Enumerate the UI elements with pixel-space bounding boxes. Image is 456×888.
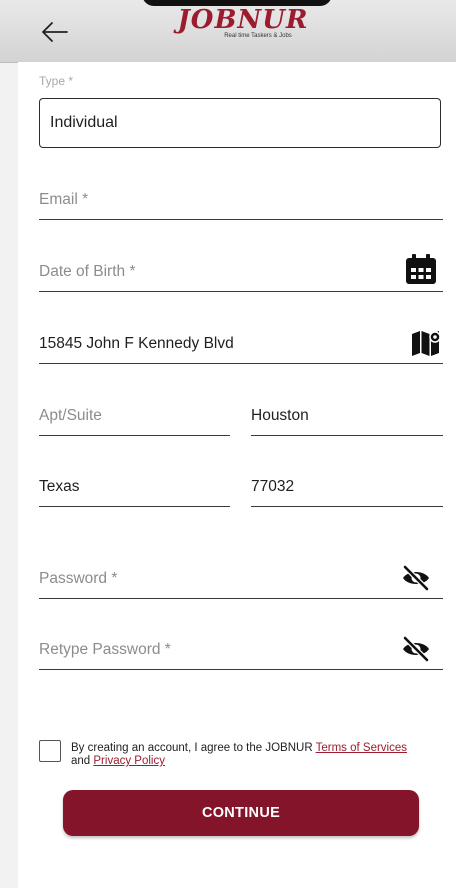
city-field[interactable]: Houston [251,396,443,436]
logo-text: JOBNUR [177,5,309,35]
address-field[interactable]: 15845 John F Kennedy Blvd [39,324,443,364]
privacy-policy-link[interactable]: Privacy Policy [93,755,165,767]
password-placeholder: Password * [39,569,118,587]
terms-and: and [71,755,94,767]
registration-form: Type * Individual Email * Date of Birth … [18,62,456,888]
state-value: Texas [39,477,80,495]
city-value: Houston [251,406,309,424]
type-label: Type * [39,74,74,88]
type-value: Individual [50,114,118,131]
back-button[interactable] [40,20,70,44]
state-field[interactable]: Texas [39,467,230,507]
arrow-left-icon [42,22,68,42]
eye-slash-icon[interactable] [401,636,431,662]
terms-of-service-link[interactable]: Terms of Services [316,742,407,754]
dob-placeholder: Date of Birth * [39,262,136,280]
terms-checkbox[interactable] [39,740,61,762]
date-of-birth-field[interactable]: Date of Birth * [39,252,443,292]
map-icon[interactable] [411,330,441,356]
calendar-icon[interactable] [405,252,437,286]
password-field[interactable]: Password * [39,559,443,599]
terms-text: By creating an account, I agree to the J… [71,742,441,768]
apt-placeholder: Apt/Suite [39,406,102,424]
zip-field[interactable]: 77032 [251,467,443,507]
address-value: 15845 John F Kennedy Blvd [39,334,234,352]
terms-prefix: By creating an account, I agree to the J… [71,742,316,754]
retype-password-field[interactable]: Retype Password * [39,630,443,670]
email-field[interactable]: Email * [39,180,443,220]
retype-password-placeholder: Retype Password * [39,640,171,658]
email-placeholder: Email * [39,190,89,208]
zip-value: 77032 [251,477,295,495]
app-header: JOBNUR Real time Taskers & Jobs [0,0,456,63]
apt-suite-field[interactable]: Apt/Suite [39,396,230,436]
jobnur-logo: JOBNUR Real time Taskers & Jobs [176,6,310,48]
continue-button[interactable]: CONTINUE [63,790,419,836]
eye-slash-icon[interactable] [401,565,431,591]
type-field[interactable]: Individual [39,98,441,148]
